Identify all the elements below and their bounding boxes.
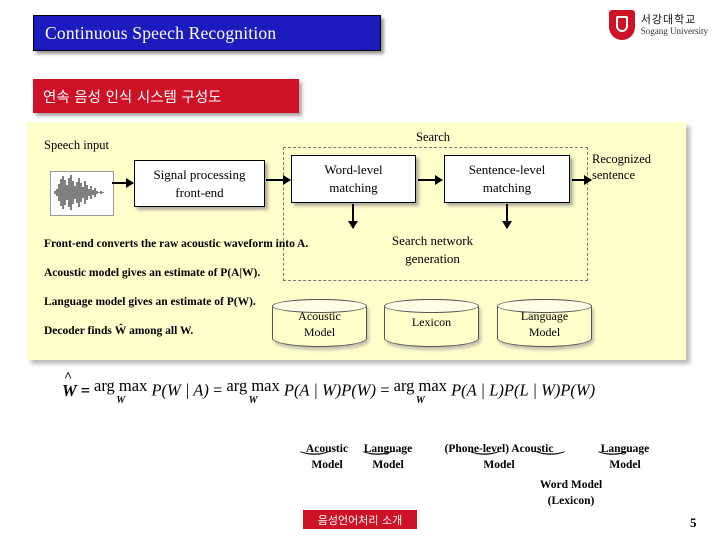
- bullet-item-2: Acoustic model gives an estimate of P(A|…: [44, 267, 261, 279]
- equation-argmax-3: arg max W: [393, 376, 447, 406]
- lexicon-database: Lexicon: [384, 299, 479, 347]
- waveform-display: [50, 171, 114, 216]
- word-level-matching-label: Word-level matching: [324, 162, 383, 195]
- annotation-phone-acoustic-model: (Phone-level) Acoustic Model: [444, 443, 554, 471]
- arrow-word-to-sentence: [418, 175, 443, 185]
- arrow-sentence-to-output: [572, 175, 592, 185]
- recognized-sentence-label: Recognized sentence: [592, 152, 672, 183]
- annotation-language-model: Language Model: [363, 443, 413, 471]
- bullet-item-1: Front-end converts the raw acoustic wave…: [44, 238, 309, 250]
- logo-english-name: Sogang University: [640, 26, 708, 37]
- search-label: Search: [416, 130, 451, 144]
- bayes-equation: W = arg max W P(W | A) = arg max W P(A |…: [62, 376, 682, 426]
- language-model-db-label: Language Model: [520, 309, 569, 339]
- slide-root: Continuous Speech Recognition 서강대학교 Soga…: [0, 0, 720, 540]
- arrow-searchnet-to-sentence: [502, 204, 512, 229]
- logo-text: 서강대학교 Sogang University: [640, 12, 708, 37]
- search-network-generation-box: Search network generation: [377, 229, 488, 271]
- acoustic-model-database: Acoustic Model: [272, 299, 367, 347]
- sentence-level-matching-box: Sentence-level matching: [444, 155, 570, 203]
- equation-term-3: P(A | L)P(L | W)P(W): [451, 380, 596, 400]
- page-title: Continuous Speech Recognition: [45, 22, 277, 43]
- waveform-icon: [51, 172, 111, 213]
- slide-title-box: Continuous Speech Recognition: [33, 15, 381, 51]
- subtitle-bar: 연속 음성 인식 시스템 구성도: [33, 79, 299, 113]
- subtitle-text: 연속 음성 인식 시스템 구성도: [43, 89, 222, 106]
- equation-eq-3: =: [380, 380, 390, 400]
- annotation-word-model: Word Model (Lexicon): [539, 479, 603, 507]
- signal-processing-box: Signal processing front-end: [134, 160, 265, 207]
- equation-term-2: P(A | W)P(W): [283, 380, 377, 400]
- page-number: 5: [690, 515, 697, 530]
- speech-input-label: Speech input: [44, 138, 109, 152]
- equation-argmax-2: arg max W: [226, 376, 280, 406]
- equation-term-1: P(W | A): [151, 380, 209, 400]
- footer-label: 음성언어처리 소개: [317, 513, 403, 527]
- shield-icon: [608, 10, 635, 40]
- logo-korean-name: 서강대학교: [640, 12, 697, 26]
- search-network-generation-label: Search network generation: [391, 233, 474, 266]
- university-logo: 서강대학교 Sogang University: [573, 8, 708, 42]
- annotation-language-model-2: Language Model: [600, 443, 650, 471]
- equation-eq-2: =: [212, 380, 223, 400]
- acoustic-model-db-label: Acoustic Model: [298, 309, 341, 339]
- arrow-input-to-frontend: [112, 178, 134, 188]
- arrow-searchnet-to-word: [348, 204, 358, 229]
- lexicon-db-label: Lexicon: [411, 315, 452, 329]
- arrow-frontend-to-word: [266, 175, 291, 185]
- recognized-sentence-text: Recognized sentence: [592, 152, 652, 182]
- signal-processing-label: Signal processing front-end: [153, 166, 246, 200]
- word-level-matching-box: Word-level matching: [291, 155, 416, 203]
- equation-argmax-1: arg max W: [94, 376, 148, 406]
- footer-bar: 음성언어처리 소개: [303, 510, 417, 529]
- sentence-level-matching-label: Sentence-level matching: [468, 162, 546, 195]
- equation-lhs: W =: [62, 381, 90, 400]
- language-model-database: Language Model: [497, 299, 592, 347]
